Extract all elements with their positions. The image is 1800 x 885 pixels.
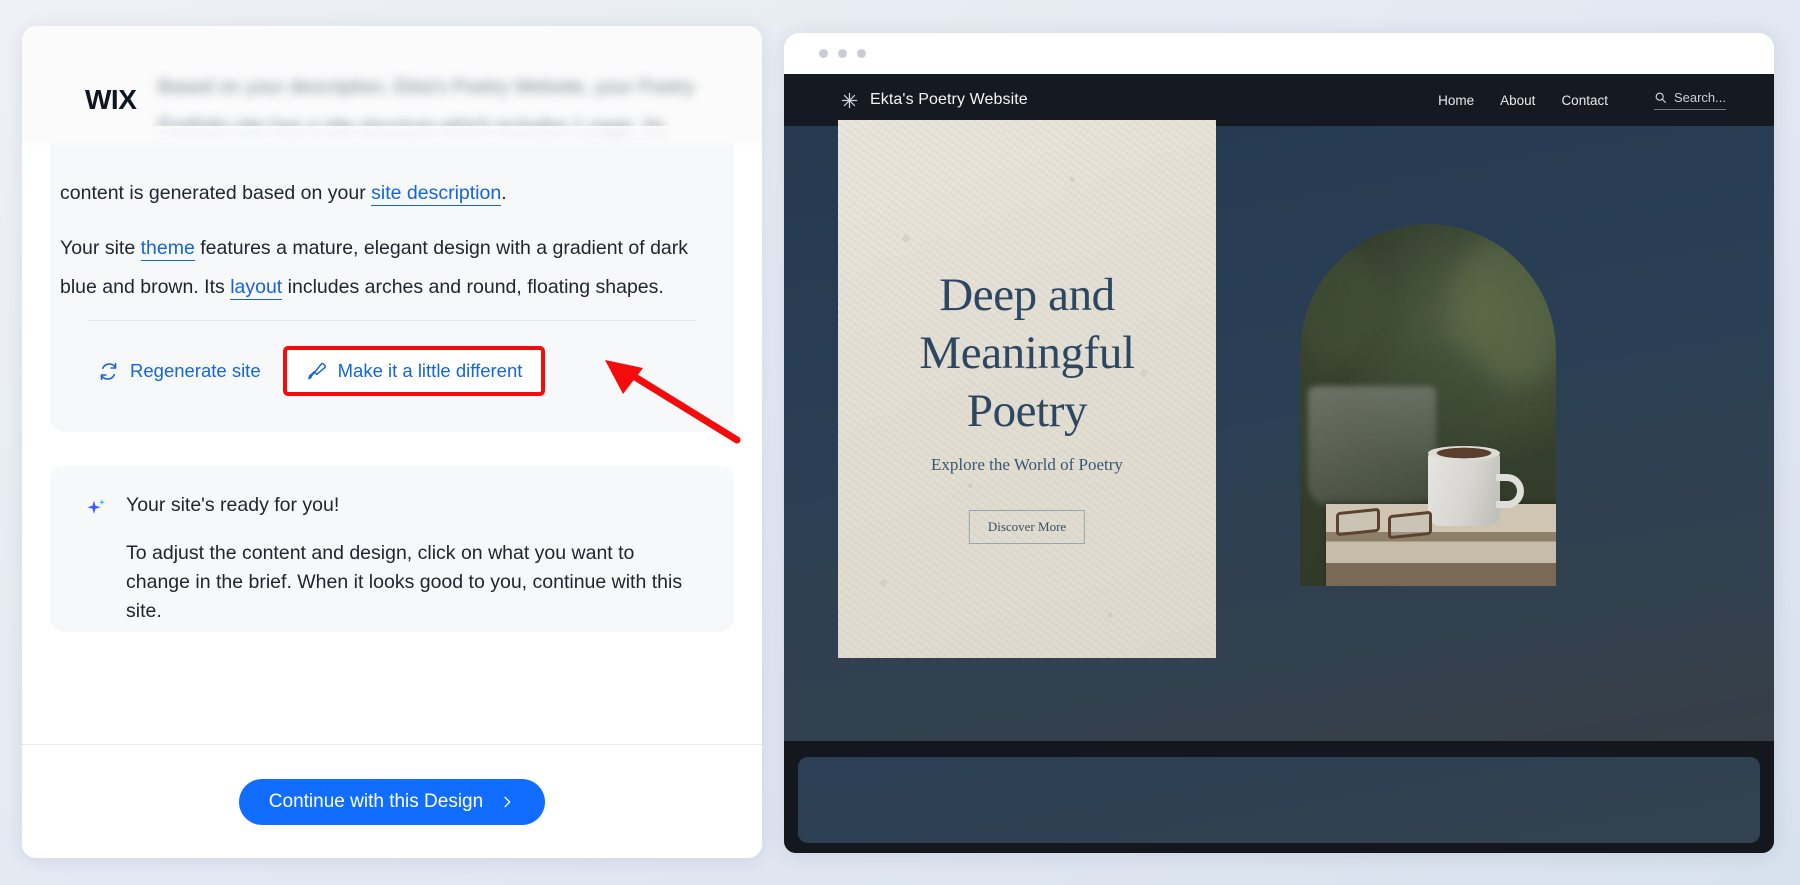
brief-fade-edge: [22, 126, 762, 152]
ready-card-title: Your site's ready for you!: [126, 494, 340, 516]
refresh-icon: [100, 362, 117, 380]
hero-title-line-2: Meaningful: [919, 327, 1135, 379]
wix-logo: WIX: [85, 84, 137, 115]
regenerate-site-label: Regenerate site: [130, 360, 261, 381]
site-brand[interactable]: Ekta's Poetry Website: [840, 91, 1028, 110]
search-icon: [1655, 92, 1666, 103]
lens-right: [1388, 510, 1432, 540]
hero-title-line-1: Deep and: [939, 269, 1115, 321]
regenerate-site-button[interactable]: Regenerate site: [84, 351, 275, 391]
browser-chrome-bar: [784, 33, 1774, 74]
theme-link[interactable]: theme: [140, 237, 195, 261]
window-reflection: [1308, 386, 1436, 506]
make-it-different-label: Make it a little different: [337, 360, 523, 381]
site-brand-name: Ekta's Poetry Website: [870, 91, 1028, 108]
continue-with-design-button[interactable]: Continue with this Design: [238, 778, 546, 825]
site-header: Ekta's Poetry Website Home About Contact…: [784, 74, 1774, 126]
site-description-link[interactable]: site description: [371, 182, 502, 206]
eyeglasses: [1336, 507, 1440, 540]
site-nav: Home About Contact Search...: [1438, 90, 1726, 110]
brief-paragraph-1: content is generated based on your site …: [60, 174, 724, 213]
arch-photo: [1300, 224, 1556, 586]
chevron-right-icon: [504, 796, 511, 807]
preview-site-canvas[interactable]: Ekta's Poetry Website Home About Contact…: [784, 74, 1774, 853]
ready-card-body: To adjust the content and design, click …: [126, 542, 683, 622]
brief-paragraph-2: Your site theme features a mature, elega…: [60, 229, 724, 307]
continue-label: Continue with this Design: [268, 790, 484, 812]
mug-handle: [1496, 474, 1524, 508]
discover-more-button[interactable]: Discover More: [968, 510, 1086, 544]
para2-text-3: includes arches and round, floating shap…: [282, 276, 664, 298]
blurred-line-1: Based on your description, Ekta's Poetry…: [158, 76, 695, 98]
layout-link[interactable]: layout: [230, 276, 283, 300]
nav-item-contact[interactable]: Contact: [1561, 93, 1608, 108]
sparkle-icon: [87, 499, 106, 514]
para1-text-before: content is generated based on your: [60, 182, 372, 204]
site-footer-strip: [784, 741, 1774, 853]
paintbrush-icon: [307, 362, 326, 379]
nav-item-about[interactable]: About: [1500, 93, 1535, 108]
lens-left: [1336, 507, 1380, 537]
hero-subtitle: Explore the World of Poetry: [931, 455, 1123, 474]
panel-footer: Continue with this Design: [22, 744, 762, 858]
site-search-field[interactable]: Search...: [1653, 90, 1726, 110]
make-different-highlight-box: Make it a little different: [282, 346, 546, 396]
make-it-different-button[interactable]: Make it a little different: [292, 351, 537, 391]
site-footer-panel: [798, 757, 1760, 843]
hero-paper-card: Deep and Meaningful Poetry Explore the W…: [838, 120, 1216, 658]
brief-actions-row: Regenerate site Make it a little differe…: [84, 346, 546, 396]
browser-dot-3: [857, 49, 866, 58]
wix-brief-panel: Regenerate site Make it a little differe…: [22, 26, 762, 858]
mug-rim: [1428, 446, 1500, 460]
para2-text-1: Your site: [60, 237, 141, 259]
para1-text-after: .: [501, 182, 507, 204]
foliage-blob-1: [1300, 244, 1380, 364]
site-search-placeholder: Search...: [1673, 90, 1726, 105]
browser-dot-1: [819, 49, 828, 58]
asterisk-star-icon: [841, 92, 858, 108]
hero-title-line-3: Poetry: [966, 385, 1088, 437]
brief-scroll-area[interactable]: Regenerate site Make it a little differe…: [22, 26, 762, 744]
brief-divider: [88, 320, 696, 321]
nav-item-home[interactable]: Home: [1438, 93, 1474, 108]
browser-dot-2: [838, 49, 847, 58]
hero-title: Deep and Meaningful Poetry: [856, 266, 1198, 440]
site-preview-window: Ekta's Poetry Website Home About Contact…: [784, 33, 1774, 853]
site-ready-card: Your site's ready for you! To adjust the…: [50, 466, 734, 632]
